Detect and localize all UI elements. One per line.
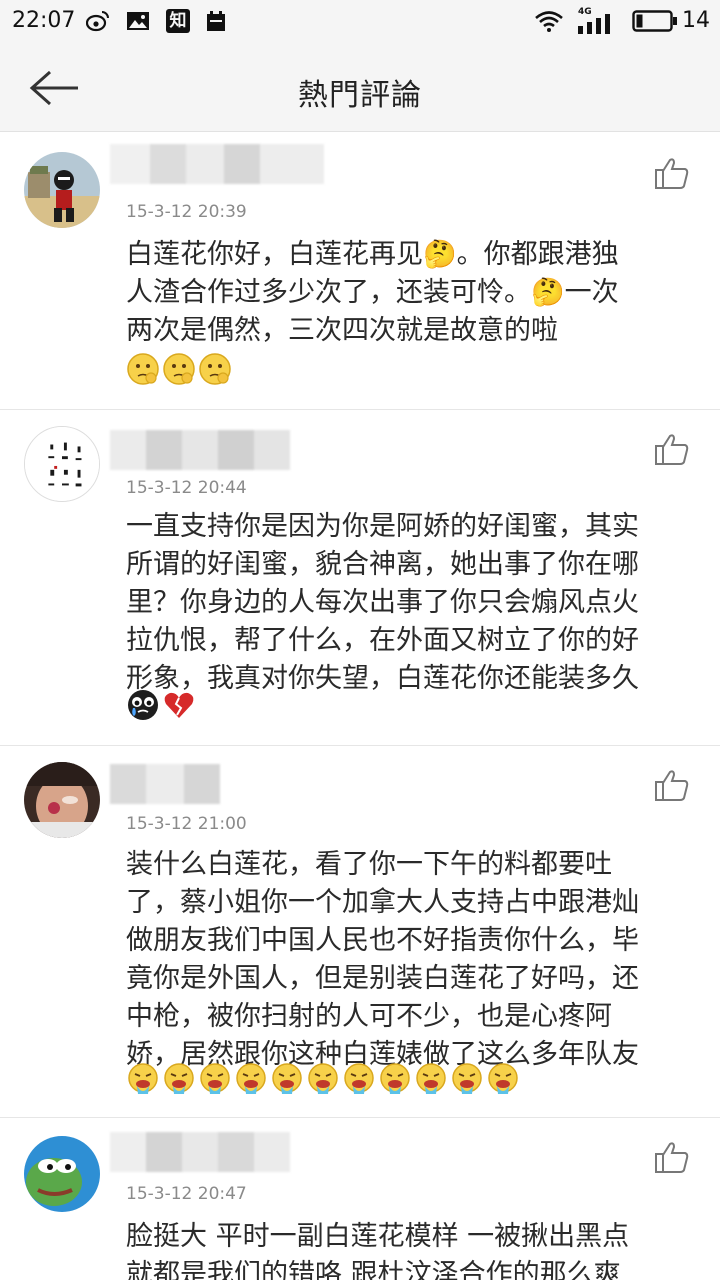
- page-title: 熱門評論: [298, 78, 422, 113]
- comment-text-line: 就都是我们的错咯 跟杜汶泽合作的那么爽: [126, 1259, 621, 1280]
- comment-date: 15-3-12 20:39: [126, 202, 247, 222]
- crying-face-emoji: [128, 690, 158, 720]
- comment-text-line: 白莲花你好，白莲花再见🤔。你都跟港独: [126, 239, 619, 270]
- comment-item: 15-3-12 21:00 装什么白莲花，看了你一下午的料都要吐 了，蔡小姐你一…: [0, 746, 720, 1118]
- avatar[interactable]: [24, 762, 100, 838]
- app-header: 熱門評論: [0, 44, 720, 132]
- username-redacted: [110, 1132, 290, 1172]
- comment-text-line: 脸挺大 平时一副白莲花模样 一被揪出黑点: [126, 1221, 630, 1252]
- thinking-emoji: [127, 353, 159, 385]
- zhihu-icon: 知: [166, 9, 190, 33]
- comment-text-line: 两次是偶然，三次四次就是故意的啦: [126, 315, 558, 346]
- battery-level: 14: [682, 8, 710, 33]
- battery-icon: [632, 10, 677, 32]
- comment-item: 15-3-12 20:44 一直支持你是因为你是阿娇的好闺蜜，其实 所谓的好闺蜜…: [0, 410, 720, 746]
- comment-text-line: 中枪，被你扫射的人可不少，也是心疼阿: [126, 1001, 612, 1032]
- calendar-icon: [207, 11, 225, 31]
- comment-item: 15-3-12 20:39 白莲花你好，白莲花再见🤔。你都跟港独 人渣合作过多少…: [0, 132, 720, 410]
- comment-text: 白莲花你好，白莲花再见🤔。你都跟港独 人渣合作过多少次了，还装可怜。🤔一次 两次…: [126, 236, 700, 350]
- status-bar: 22:07 知 4G 14: [0, 0, 720, 44]
- vomit-emoji: [128, 1063, 158, 1094]
- comment-text-line: 所谓的好闺蜜，貌合神离，她出事了你在哪: [126, 549, 639, 580]
- comment-text-line: 人渣合作过多少次了，还装可怜。🤔一次: [126, 277, 619, 308]
- vomit-emoji: [164, 1063, 194, 1094]
- avatar[interactable]: [24, 426, 100, 502]
- thinking-emoji: [163, 353, 195, 385]
- comment-text-line: 竟你是外国人，但是别装白莲花了好吗，还: [126, 963, 639, 994]
- vomit-emoji: [236, 1063, 266, 1094]
- vomit-emoji: [416, 1063, 446, 1094]
- comment-text: 脸挺大 平时一副白莲花模样 一被揪出黑点 就都是我们的错咯 跟杜汶泽合作的那么爽: [126, 1218, 700, 1280]
- signal-icon: [578, 14, 610, 34]
- comment-text-line: 装什么白莲花，看了你一下午的料都要吐: [126, 849, 612, 880]
- comment-text-line: 形象，我真对你失望，白莲花你还能装多久: [126, 663, 639, 694]
- wifi-icon: [535, 11, 563, 32]
- thumbs-up-icon[interactable]: [654, 432, 690, 466]
- comment-item: 15-3-12 20:47 脸挺大 平时一副白莲花模样 一被揪出黑点 就都是我们…: [0, 1118, 720, 1280]
- comment-date: 15-3-12 20:44: [126, 478, 247, 498]
- thumbs-up-icon[interactable]: [654, 156, 690, 190]
- username-redacted: [110, 764, 220, 804]
- comment-text-line: 里？你身边的人每次出事了你只会煽风点火: [126, 587, 639, 618]
- vomit-emoji: [488, 1063, 518, 1094]
- username-redacted: [110, 144, 324, 184]
- avatar[interactable]: [24, 1136, 100, 1212]
- comment-text-line: 一直支持你是因为你是阿娇的好闺蜜，其实: [126, 511, 639, 542]
- image-icon: [127, 12, 149, 30]
- thumbs-up-icon[interactable]: [654, 768, 690, 802]
- emoji-row: [126, 1062, 520, 1098]
- vomit-emoji: [272, 1063, 302, 1094]
- emoji-row: [126, 688, 196, 724]
- vomit-emoji: [452, 1063, 482, 1094]
- broken-heart-emoji: [164, 692, 194, 718]
- comment-text-line: 了，蔡小姐你一个加拿大人支持占中跟港灿: [126, 887, 639, 918]
- weibo-icon: [86, 11, 109, 32]
- status-time: 22:07: [12, 8, 76, 33]
- emoji-row: [126, 352, 232, 388]
- thumbs-up-icon[interactable]: [654, 1140, 690, 1174]
- comment-date: 15-3-12 20:47: [126, 1184, 247, 1204]
- comment-text: 装什么白莲花，看了你一下午的料都要吐 了，蔡小姐你一个加拿大人支持占中跟港灿 做…: [126, 846, 700, 1074]
- comment-text-line: 拉仇恨，帮了什么，在外面又树立了你的好: [126, 625, 639, 656]
- comment-text-line: 做朋友我们中国人民也不好指责你什么，毕: [126, 925, 639, 956]
- vomit-emoji: [200, 1063, 230, 1094]
- thinking-emoji: [199, 353, 231, 385]
- vomit-emoji: [380, 1063, 410, 1094]
- vomit-emoji: [344, 1063, 374, 1094]
- vomit-emoji: [308, 1063, 338, 1094]
- comment-date: 15-3-12 21:00: [126, 814, 247, 834]
- comment-text: 一直支持你是因为你是阿娇的好闺蜜，其实 所谓的好闺蜜，貌合神离，她出事了你在哪 …: [126, 508, 700, 698]
- username-redacted: [110, 430, 290, 470]
- avatar[interactable]: [24, 152, 100, 228]
